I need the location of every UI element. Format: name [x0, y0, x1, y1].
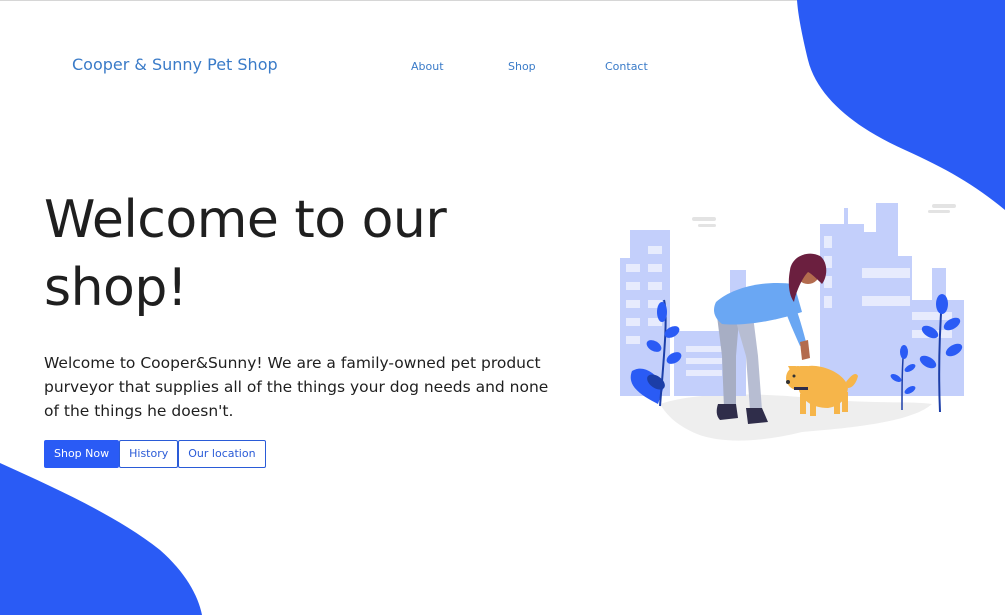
ground-shadow — [660, 394, 932, 441]
shop-now-button[interactable]: Shop Now — [44, 440, 120, 468]
woman-petting-dog-illustration — [620, 203, 964, 441]
cloud-icon — [692, 204, 956, 227]
bottom-left-blob — [0, 463, 202, 615]
page: Cooper & Sunny Pet Shop About Shop Conta… — [0, 0, 1005, 615]
nav-shop[interactable]: Shop — [508, 60, 536, 73]
hero-title: Welcome to our shop! — [44, 190, 447, 318]
nav-contact[interactable]: Contact — [605, 60, 648, 73]
top-right-blob — [797, 0, 1005, 210]
brand-link[interactable]: Cooper & Sunny Pet Shop — [72, 55, 278, 74]
history-button[interactable]: History — [119, 440, 179, 468]
nav-about[interactable]: About — [411, 60, 444, 73]
hero-button-group: Shop Now History Our location — [44, 440, 266, 468]
hero-description: Welcome to Cooper&Sunny! We are a family… — [44, 354, 549, 420]
our-location-button[interactable]: Our location — [178, 440, 266, 468]
